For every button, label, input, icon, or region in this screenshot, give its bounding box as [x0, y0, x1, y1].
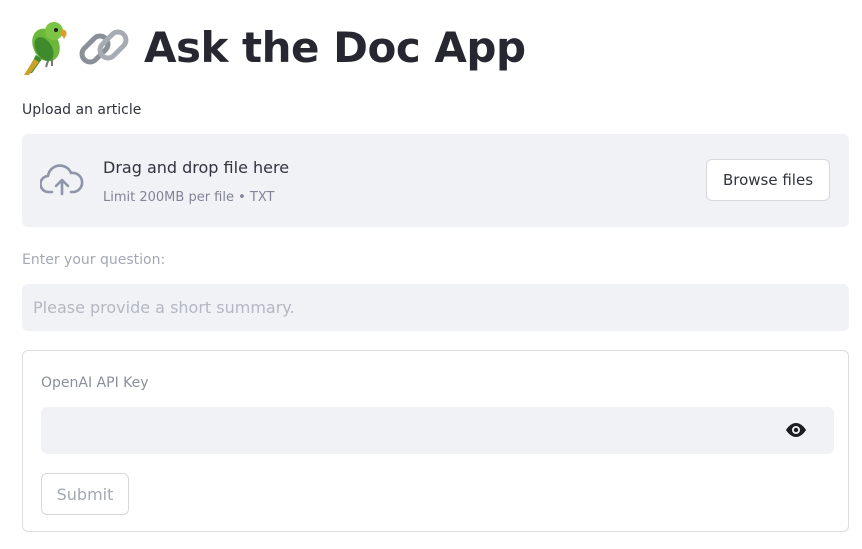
- dropzone-title: Drag and drop file here: [103, 158, 290, 177]
- api-key-input[interactable]: [41, 407, 781, 454]
- app-header: Ask the Doc App: [22, 14, 526, 80]
- api-key-label: OpenAI API Key: [41, 375, 149, 391]
- eye-icon[interactable]: [784, 421, 808, 439]
- parrot-emoji-icon: [24, 22, 67, 75]
- app-page: Ask the Doc App Upload an article Drag a…: [0, 0, 862, 549]
- page-title: Ask the Doc App: [144, 22, 526, 72]
- link-emoji-icon: [79, 29, 129, 65]
- submit-button[interactable]: Submit: [41, 473, 129, 515]
- upload-label: Upload an article: [22, 102, 142, 118]
- dropzone-limit-text: Limit 200MB per file • TXT: [103, 190, 275, 205]
- browse-files-button[interactable]: Browse files: [706, 159, 830, 201]
- cloud-upload-icon: [40, 164, 84, 196]
- api-key-field: [41, 407, 834, 454]
- question-label: Enter your question:: [22, 252, 166, 268]
- file-dropzone[interactable]: Drag and drop file here Limit 200MB per …: [22, 134, 849, 227]
- api-key-form: OpenAI API Key Submit: [22, 350, 849, 532]
- question-input[interactable]: [22, 284, 849, 331]
